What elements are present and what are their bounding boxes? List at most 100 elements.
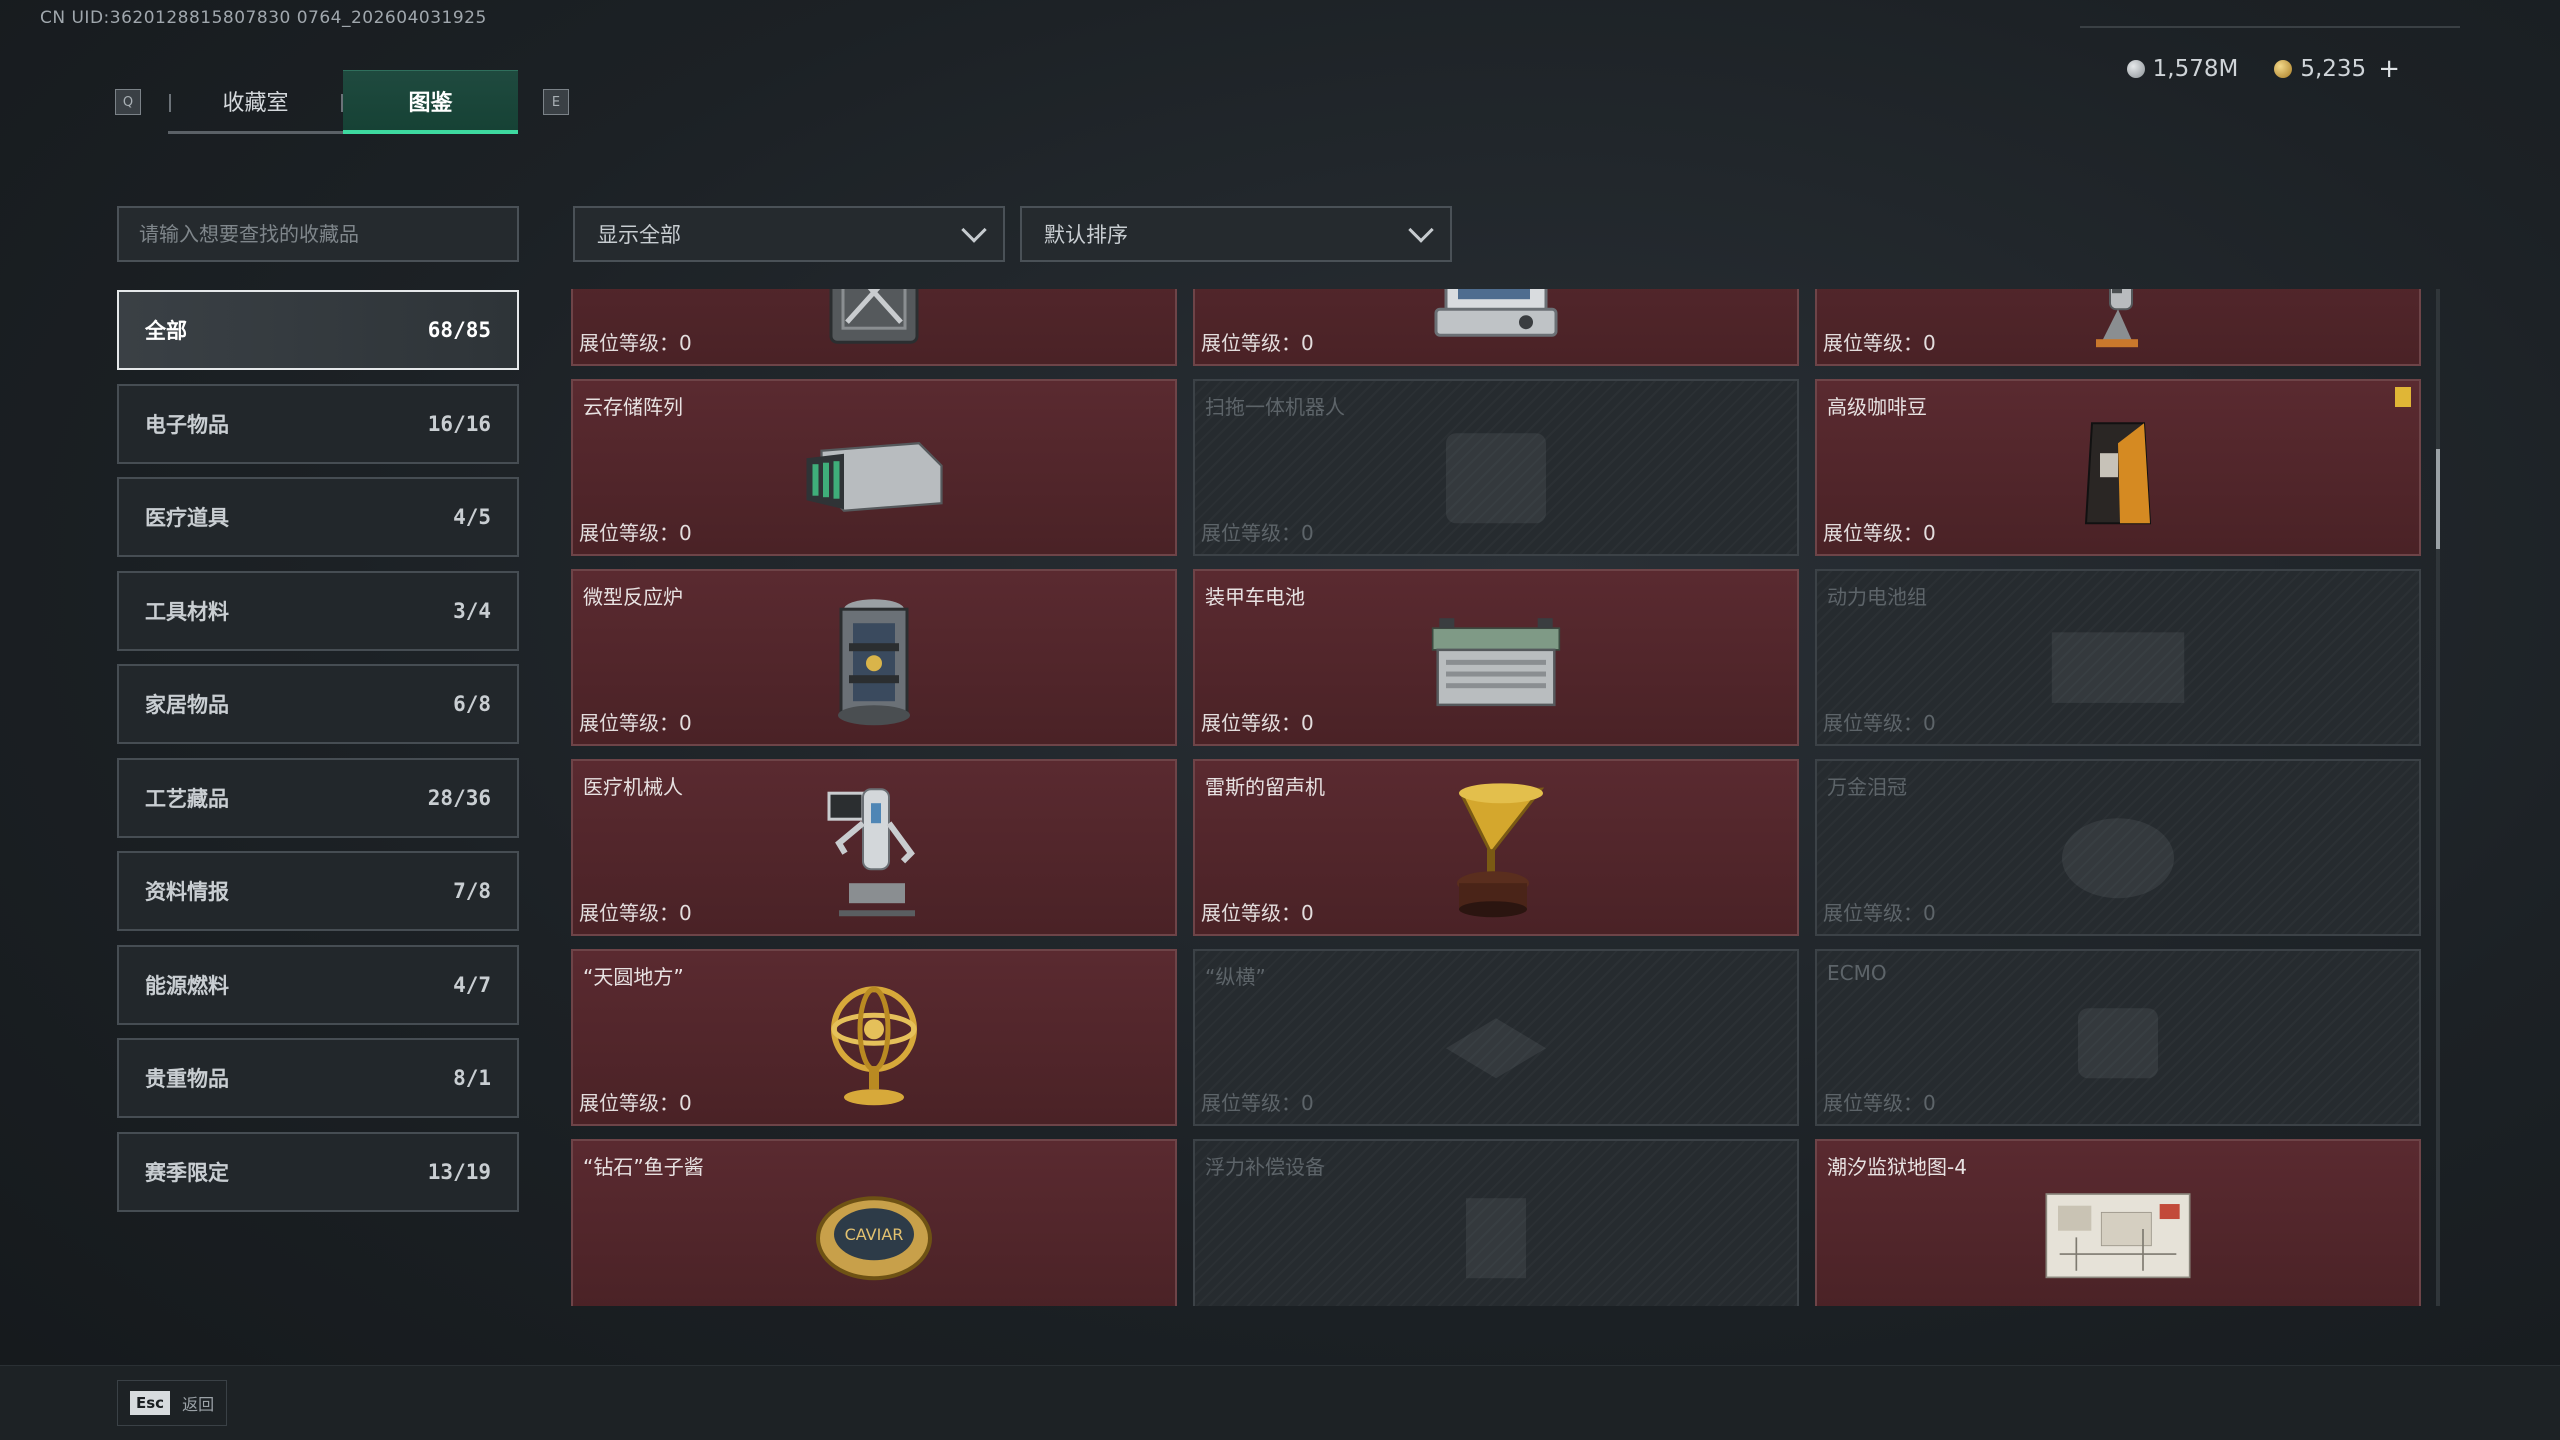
item-level-label: 展位等级： xyxy=(1823,331,1923,355)
collection-item-card[interactable]: ECMO 展位等级：0 xyxy=(1815,949,2421,1126)
grid-scrollbar[interactable] xyxy=(2436,289,2440,1306)
category-medical[interactable]: 医疗道具 4/5 xyxy=(117,477,519,557)
item-level-value: 0 xyxy=(1301,521,1314,545)
add-currency-button[interactable]: + xyxy=(2378,54,2400,84)
item-grid-viewport: 展位等级：0 展位等级：0 展位等级：0 云存储阵列 展位等级：0 扫拖一体机器人 展位等级… xyxy=(571,289,2427,1306)
category-energy[interactable]: 能源燃料 4/7 xyxy=(117,944,519,1025)
item-level-label: 展位等级： xyxy=(579,901,679,925)
tab-catalog[interactable]: 图鉴 xyxy=(343,70,518,134)
item-level-value: 0 xyxy=(679,1091,692,1115)
filter-dropdown[interactable]: 显示全部 xyxy=(573,206,1005,262)
collection-item-card[interactable]: 展位等级：0 xyxy=(1815,289,2421,366)
robot-vacuum-icon xyxy=(1421,408,1571,538)
item-level-value: 0 xyxy=(679,521,692,545)
item-level-label: 展位等级： xyxy=(1823,521,1923,545)
caviar-icon: CAVIAR xyxy=(799,1168,949,1298)
category-tools[interactable]: 工具材料 3/4 xyxy=(117,570,519,651)
item-level-label: 展位等级： xyxy=(1201,1091,1301,1115)
category-valuables[interactable]: 贵重物品 8/1 xyxy=(117,1038,519,1118)
item-name: ECMO xyxy=(1827,961,1887,985)
item-level-value: 0 xyxy=(1301,711,1314,735)
filter-dropdown-label: 显示全部 xyxy=(597,223,681,247)
category-count: 68/85 xyxy=(427,318,491,342)
sort-dropdown-label: 默认排序 xyxy=(1044,223,1128,247)
scrollbar-thumb[interactable] xyxy=(2436,449,2440,549)
category-count: 3/4 xyxy=(453,598,491,623)
item-level-value: 0 xyxy=(1923,901,1936,925)
collection-item-card[interactable]: 扫拖一体机器人 展位等级：0 xyxy=(1193,379,1799,556)
collection-item-card[interactable]: 展位等级：0 xyxy=(1193,289,1799,366)
collection-item-card[interactable]: 万金泪冠展位等级：0 xyxy=(1815,759,2421,936)
key-hint-q: Q xyxy=(115,89,141,115)
category-seasonal[interactable]: 赛季限定 13/19 xyxy=(117,1131,519,1212)
esc-key-icon: Esc xyxy=(130,1391,171,1415)
item-level-label: 展位等级： xyxy=(1823,711,1923,735)
item-level: 展位等级：0 xyxy=(1823,327,1936,356)
category-label: 工艺藏品 xyxy=(145,786,229,811)
category-label: 全部 xyxy=(145,319,187,343)
collection-item-card[interactable]: 医疗机械人 展位等级：0 xyxy=(571,759,1177,936)
item-level: 展位等级：0 xyxy=(1823,1087,1936,1116)
category-sidebar: 全部 68/85 电子物品 16/16 医疗道具 4/5 工具材料 3/4 家居… xyxy=(117,290,519,1225)
search-input[interactable] xyxy=(139,222,497,246)
item-name: 高级咖啡豆 xyxy=(1827,395,1927,419)
medical-robot-icon xyxy=(799,787,949,918)
category-intel[interactable]: 资料情报 7/8 xyxy=(117,851,519,931)
chevron-down-icon xyxy=(961,217,987,243)
category-all[interactable]: 全部 68/85 xyxy=(117,290,519,370)
uid-text: CN UID:3620128815807830 0764_20260403192… xyxy=(40,8,487,28)
category-crafts[interactable]: 工艺藏品 28/36 xyxy=(117,757,519,838)
item-level-value: 0 xyxy=(679,711,692,735)
chessboard-icon xyxy=(1421,978,1571,1108)
item-name: 云存储阵列 xyxy=(583,395,683,419)
item-level-value: 0 xyxy=(1301,1091,1314,1115)
collection-item-card[interactable]: 高级咖啡豆展位等级：0 xyxy=(1815,379,2421,556)
item-level-value: 0 xyxy=(1301,901,1314,925)
item-level-label: 展位等级： xyxy=(579,711,679,735)
tab-separator xyxy=(341,94,343,112)
tab-collection-room[interactable]: 收藏室 xyxy=(168,70,343,134)
item-name: 潮汐监狱地图-4 xyxy=(1827,1155,1967,1179)
collection-item-card[interactable]: 浮力补偿设备 xyxy=(1193,1139,1799,1306)
collection-item-card[interactable]: 展位等级：0 xyxy=(571,289,1177,366)
gold-coin-icon xyxy=(2274,60,2293,78)
back-button[interactable]: Esc 返回 xyxy=(117,1380,227,1426)
item-level: 展位等级：0 xyxy=(1823,707,1936,736)
category-electronics[interactable]: 电子物品 16/16 xyxy=(117,383,519,464)
collection-item-card[interactable]: 动力电池组展位等级：0 xyxy=(1815,569,2421,746)
item-level-label: 展位等级： xyxy=(1823,901,1923,925)
collection-item-card[interactable]: “钻石”鱼子酱 CAVIAR xyxy=(571,1139,1177,1306)
category-count: 8/1 xyxy=(453,1066,491,1090)
item-level-value: 0 xyxy=(679,901,692,925)
category-label: 医疗道具 xyxy=(145,506,229,530)
category-label: 工具材料 xyxy=(145,599,229,624)
category-count: 6/8 xyxy=(453,692,491,716)
item-level-label: 展位等级： xyxy=(579,521,679,545)
item-level: 展位等级：0 xyxy=(1201,1087,1314,1116)
collection-item-card[interactable]: 云存储阵列展位等级：0 xyxy=(571,379,1177,556)
currency-silver: 1,578M xyxy=(2126,56,2238,82)
gramophone-icon xyxy=(1421,782,1571,918)
category-label: 赛季限定 xyxy=(145,1160,229,1185)
item-level-value: 0 xyxy=(1923,1091,1936,1115)
coffee-bag-icon xyxy=(2043,408,2193,538)
collection-item-card[interactable]: “纵横” 展位等级：0 xyxy=(1193,949,1799,1126)
sort-dropdown[interactable]: 默认排序 xyxy=(1020,206,1452,262)
collection-item-card[interactable]: 微型反应炉 展位等级：0 xyxy=(571,569,1177,746)
category-household[interactable]: 家居物品 6/8 xyxy=(117,664,519,744)
item-name: 浮力补偿设备 xyxy=(1205,1155,1325,1179)
collection-item-card[interactable]: 雷斯的留声机 展位等级：0 xyxy=(1193,759,1799,936)
vacuum-icon xyxy=(2043,289,2193,348)
collection-item-card[interactable]: 潮汐监狱地图-4 xyxy=(1815,1139,2421,1306)
battery-pack-icon xyxy=(2043,598,2193,728)
ecmo-icon xyxy=(2043,978,2193,1108)
collection-item-card[interactable]: “天圆地方” 展位等级：0 xyxy=(571,949,1177,1126)
item-name: 万金泪冠 xyxy=(1827,775,1907,799)
collection-item-card[interactable]: 装甲车电池 展位等级：0 xyxy=(1193,569,1799,746)
item-level: 展位等级：0 xyxy=(1201,897,1314,926)
footer-bar xyxy=(0,1365,2560,1440)
item-name: 动力电池组 xyxy=(1827,585,1927,609)
top-divider xyxy=(2080,26,2460,28)
item-level: 展位等级：0 xyxy=(1823,517,1936,546)
item-level-label: 展位等级： xyxy=(579,331,679,355)
